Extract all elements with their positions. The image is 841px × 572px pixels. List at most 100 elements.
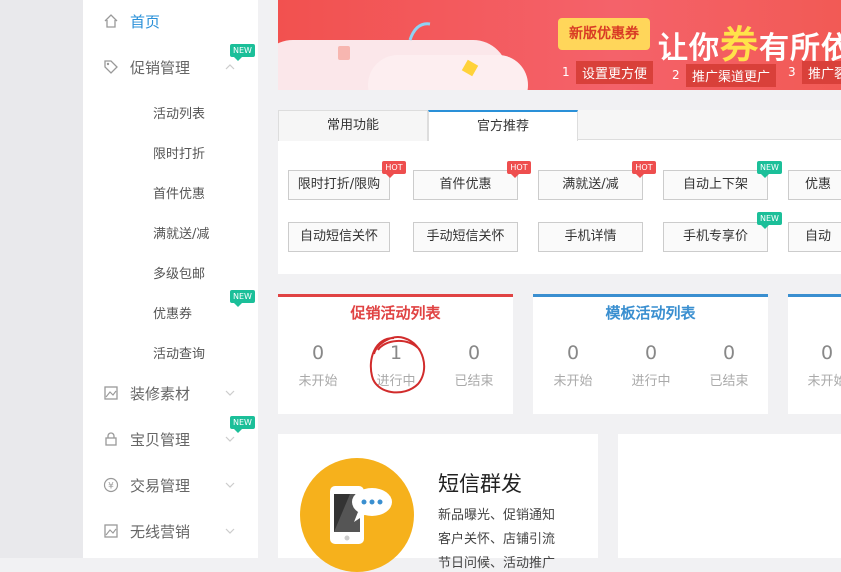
sidebar-item-goods-label: 宝贝管理 [130,430,191,449]
stat-label: 已结束 [709,374,749,389]
sidebar-item-home[interactable]: 首页 [83,2,258,40]
hand-drawn-circle-annotation [369,336,426,394]
card-title: 模板活动列表 [605,304,696,322]
stat-ended[interactable]: 0 已结束 [690,342,768,389]
yen-icon: ¥ [103,477,119,493]
sidebar-item-wireless[interactable]: 无线营销 [83,512,258,550]
banner-step: 1 设置更方便 [562,60,654,84]
sidebar-subitem-coupon[interactable]: 优惠券 [153,303,192,322]
feature-button-auto-listing[interactable]: 自动上下架 [663,170,768,200]
sidebar-item-decoration[interactable]: 装修素材 [83,374,258,412]
sms-illustration [300,458,414,572]
feature-button-mobile-price[interactable]: 手机专享价 [663,222,768,252]
phone-chat-icon [330,486,392,544]
sidebar-subitem-first-item-offer[interactable]: 首件优惠 [153,183,205,202]
coin-shape [338,46,350,60]
sms-title: 短信群发 [438,472,522,496]
chevron-down-icon[interactable] [225,526,235,536]
chevron-up-icon[interactable] [225,62,235,72]
left-strip [0,0,83,558]
sidebar-subitem-full-reduction[interactable]: 满就送/减 [153,223,209,242]
right-panel [618,434,841,558]
stat-value: 0 [467,342,481,364]
card-accent-bar [278,294,513,297]
svg-text:¥: ¥ [108,482,114,492]
stat-label: 未开始 [298,374,338,389]
banner-step: 2 推广渠道更广 [672,63,777,87]
home-icon [103,13,119,29]
chevron-down-icon[interactable] [225,480,235,490]
sidebar-item-wireless-label: 无线营销 [130,522,191,541]
new-badge: NEW [230,416,255,433]
sms-desc-line: 客户关怀、店铺引流 [438,532,556,547]
feature-panel: 常用功能 官方推荐 限时打折/限购 HOT 首件优惠 HOT 满就送/减 HOT… [278,110,841,274]
promo-banner[interactable]: 新版优惠券 让你券有所依 1 设置更方便 2 推广渠道更广 3 推广裂 [278,0,841,90]
template-list-card[interactable]: 模板活动列表 0 未开始 0 进行中 0 已结束 [533,294,768,414]
cloud-decoration [368,55,528,90]
sidebar-item-trade-label: 交易管理 [130,476,191,495]
sidebar-item-decoration-label: 装修素材 [130,384,191,403]
sidebar-item-trade[interactable]: ¥ 交易管理 [83,466,258,504]
tab-common-functions[interactable]: 常用功能 [278,110,428,141]
new-badge: NEW [757,161,782,178]
hot-badge: HOT [507,161,531,178]
stat-value: 0 [311,342,325,364]
lock-icon [103,431,119,447]
feature-button-first-item[interactable]: 首件优惠 [413,170,518,200]
feature-button-auto[interactable]: 自动 [788,222,841,252]
banner-step-number: 2 [672,68,680,82]
sidebar-subitem-activity-query[interactable]: 活动查询 [153,343,205,362]
stat-not-started[interactable]: 0 未开始 [788,342,841,389]
banner-step-text: 推广渠道更广 [686,63,777,87]
feature-button-manual-sms[interactable]: 手动短信关怀 [413,222,518,252]
image-icon [103,385,119,401]
sidebar-subitem-free-shipping[interactable]: 多级包邮 [153,263,205,282]
banner-step-text: 推广裂 [802,60,841,84]
stat-label: 未开始 [807,374,841,389]
sms-desc-line: 节日问候、活动推广 [438,556,556,571]
chevron-down-icon[interactable] [225,388,235,398]
feature-tabs: 常用功能 官方推荐 [278,110,841,141]
sms-desc-line: 新品曝光、促销通知 [438,508,556,523]
stat-value: 0 [566,342,580,364]
sms-broadcast-panel[interactable]: 短信群发 新品曝光、促销通知 客户关怀、店铺引流 节日问候、活动推广 [278,434,598,572]
hot-badge: HOT [382,161,406,178]
stat-not-started[interactable]: 0 未开始 [279,342,357,389]
sidebar-item-home-label: 首页 [130,12,161,31]
chevron-down-icon[interactable] [225,434,235,444]
stat-value: 0 [820,342,834,364]
stat-label: 未开始 [553,374,593,389]
new-coupon-badge: 新版优惠券 [558,18,650,50]
stat-ended[interactable]: 0 已结束 [435,342,513,389]
image-icon [103,523,119,539]
card-accent-bar [533,294,768,297]
feature-button-flash-discount[interactable]: 限时打折/限购 [288,170,390,200]
sidebar-item-promotion-label: 促销管理 [130,58,191,77]
banner-title-part: 让你 [658,31,720,66]
tab-official-recommend[interactable]: 官方推荐 [428,110,578,141]
promotion-list-card[interactable]: 促销活动列表 0 未开始 1 进行中 0 已结束 [278,294,513,414]
feature-button-full-reduction[interactable]: 满就送/减 [538,170,643,200]
third-list-card[interactable]: 0 未开始 [788,294,841,414]
stat-value: 0 [722,342,736,364]
banner-step-number: 1 [562,65,570,79]
ribbon-icon [408,22,431,41]
banner-step-number: 3 [788,65,796,79]
new-badge: NEW [230,290,255,307]
stat-not-started[interactable]: 0 未开始 [534,342,612,389]
banner-title-highlight: 券 [720,23,760,67]
card-title: 促销活动列表 [350,304,441,322]
stat-label: 进行中 [631,374,671,389]
banner-step: 3 推广裂 [788,60,841,84]
stat-in-progress[interactable]: 0 进行中 [612,342,690,389]
card-accent-bar [788,294,841,297]
stat-value: 0 [644,342,658,364]
tag-icon [103,59,119,75]
sidebar-subitem-flash-discount[interactable]: 限时打折 [153,143,205,162]
hot-badge: HOT [632,161,656,178]
feature-button-mobile-detail[interactable]: 手机详情 [538,222,643,252]
sidebar-subitem-activity-list[interactable]: 活动列表 [153,103,205,122]
stat-label: 已结束 [454,374,494,389]
feature-button-discount[interactable]: 优惠 [788,170,841,200]
feature-button-auto-sms[interactable]: 自动短信关怀 [288,222,390,252]
